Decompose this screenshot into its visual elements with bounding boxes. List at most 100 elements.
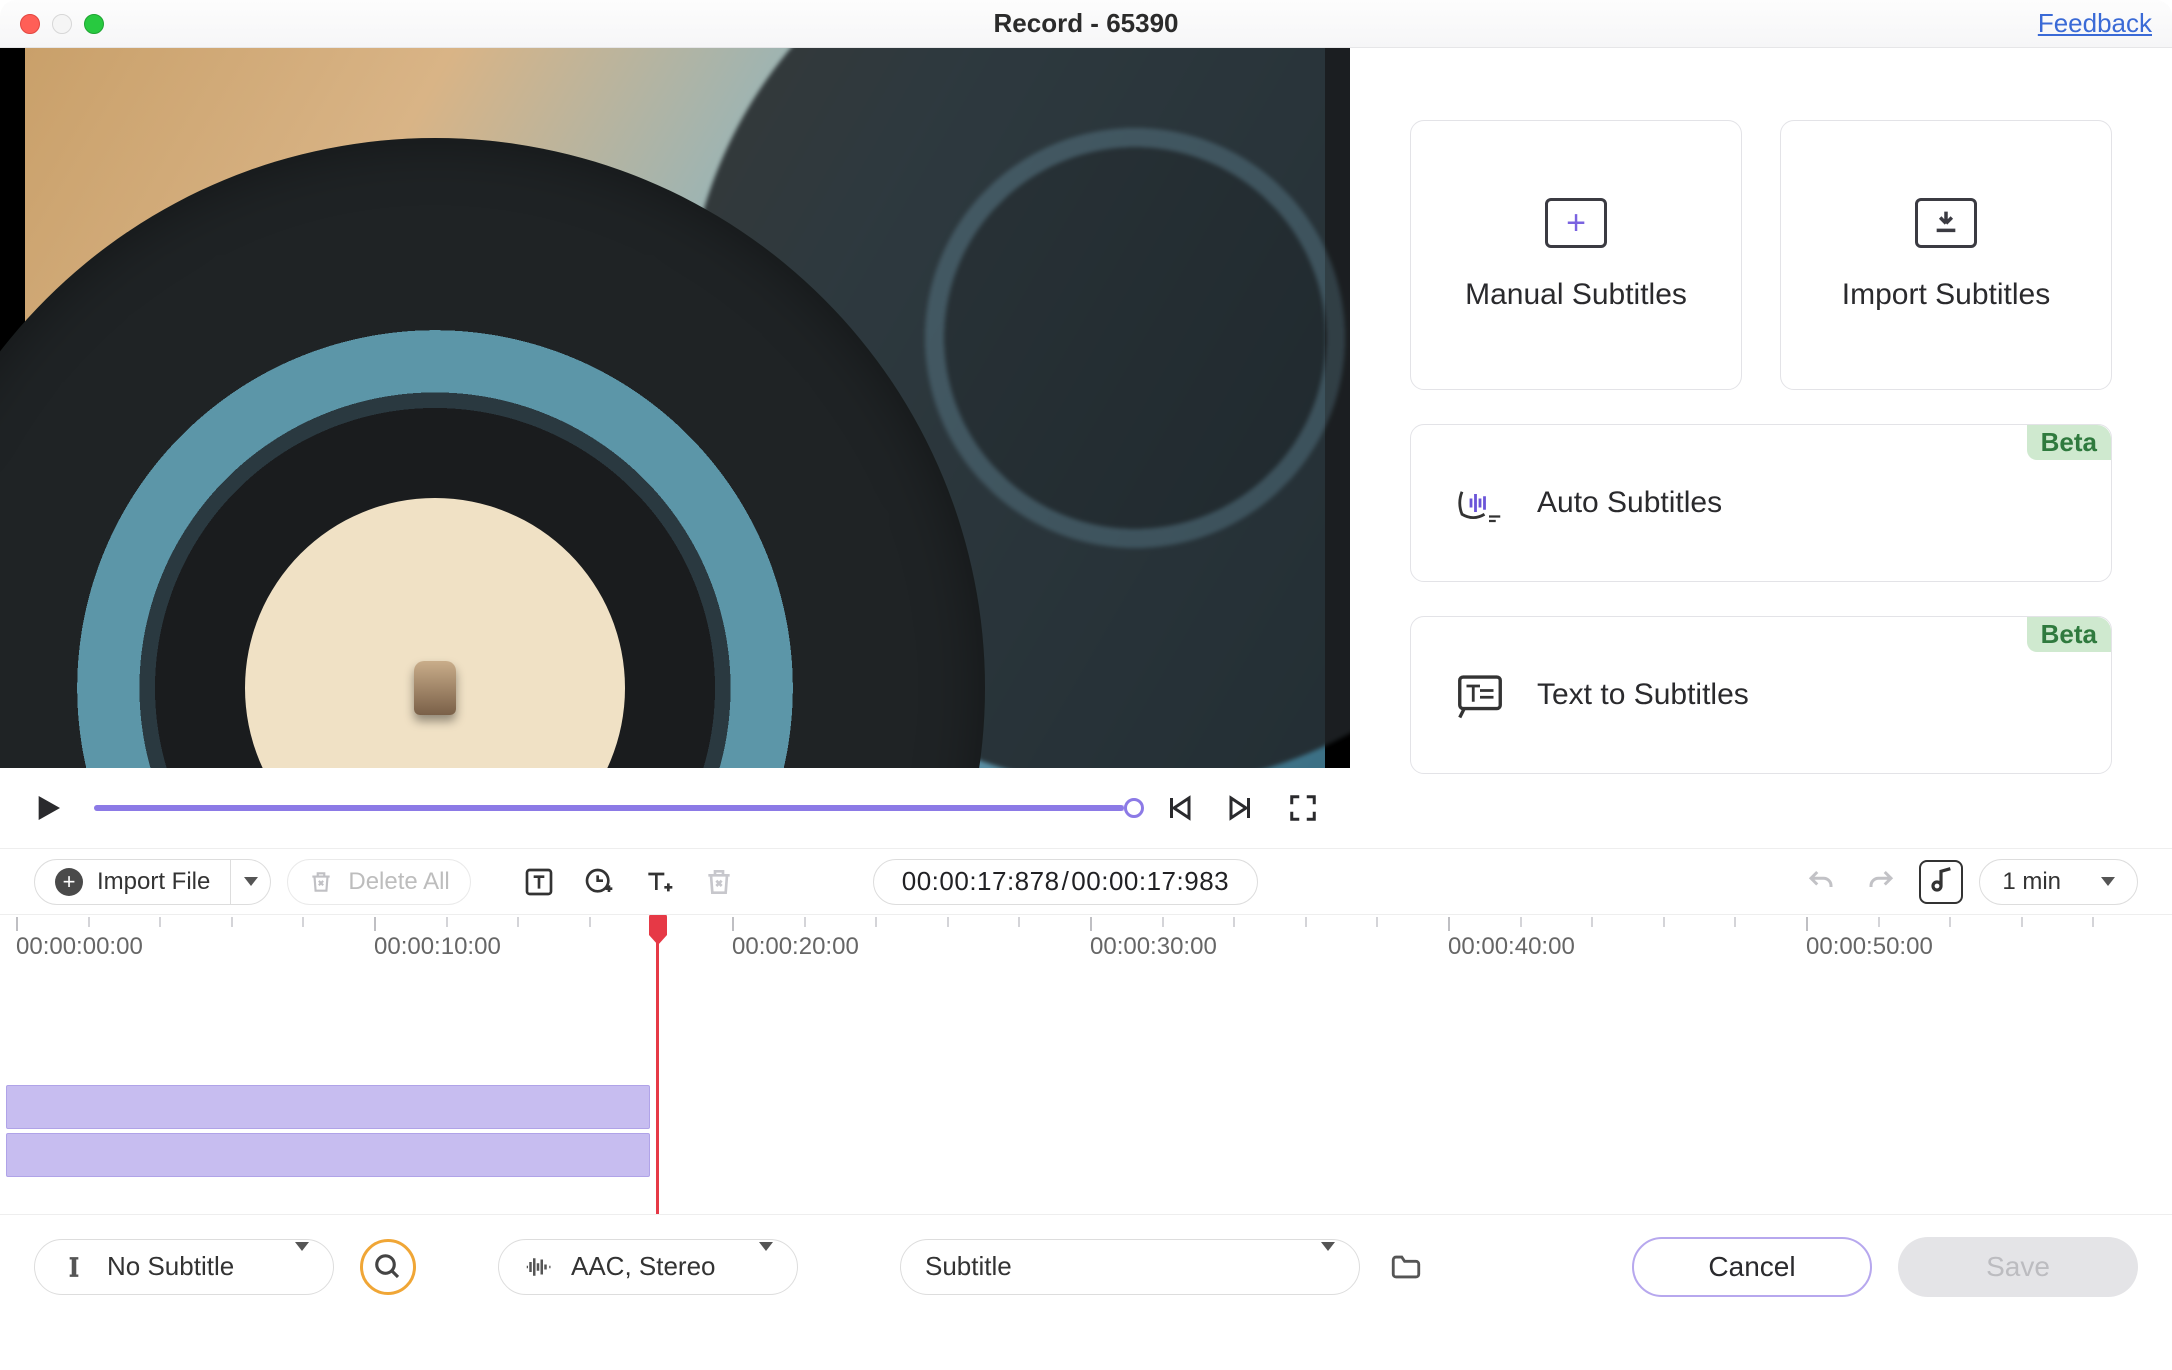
redo-button[interactable] (1859, 860, 1903, 904)
undo-button[interactable] (1799, 860, 1843, 904)
delete-selected-button[interactable] (697, 860, 741, 904)
ruler-tick-label: 00:00:50:00 (1806, 933, 1933, 961)
auto-subtitles-label: Auto Subtitles (1537, 486, 1722, 520)
timeline-ruler[interactable]: 00:00:00:00 00:00:10:00 00:00:20:00 00:00:3… (0, 917, 2172, 965)
open-folder-button[interactable] (1386, 1247, 1426, 1287)
close-window-icon[interactable] (20, 14, 40, 34)
ruler-tick-minor (1162, 917, 1164, 927)
feedback-link[interactable]: Feedback (2038, 8, 2152, 39)
cancel-label: Cancel (1708, 1251, 1795, 1283)
ruler-tick-minor (1591, 917, 1593, 927)
window-controls (20, 14, 104, 34)
auto-subtitles-button[interactable]: Beta Auto Subtitles (1410, 424, 2112, 582)
timeline-toolbar: + Import File Delete All 00:00:17:878/00… (0, 848, 2172, 914)
video-preview[interactable] (0, 48, 1350, 768)
ruler-tick-minor (875, 917, 877, 927)
minimize-window-icon[interactable] (52, 14, 72, 34)
ruler-tick-minor (88, 917, 90, 927)
add-text-button[interactable] (517, 860, 561, 904)
video-clip[interactable] (6, 1085, 650, 1129)
skip-back-icon (1164, 793, 1194, 823)
subtitle-track-select[interactable]: No Subtitle (34, 1239, 334, 1295)
ruler-tick-major: 00:00:20:00 (732, 917, 859, 965)
play-button[interactable] (30, 790, 66, 826)
footer-bar: No Subtitle AAC, Stereo Subtitle Cancel … (0, 1214, 2172, 1318)
import-file-label: Import File (97, 868, 210, 896)
zoom-window-icon[interactable] (84, 14, 104, 34)
progress-thumb[interactable] (1124, 798, 1144, 818)
ruler-tick-minor (159, 917, 161, 927)
ruler-tick-label: 00:00:40:00 (1448, 933, 1575, 961)
search-button[interactable] (360, 1239, 416, 1295)
subtitle-options-top-row: + Manual Subtitles Import Subtitles (1410, 120, 2112, 390)
ruler-tick-minor (589, 917, 591, 927)
save-label: Save (1986, 1251, 2050, 1283)
subtitle-dest-select[interactable]: Subtitle (900, 1239, 1360, 1295)
progress-fill (94, 805, 1124, 811)
ruler-tick-major: 00:00:30:00 (1090, 917, 1217, 965)
ruler-tick-major: 00:00:40:00 (1448, 917, 1575, 965)
ruler-tick-major: 00:00:10:00 (374, 917, 501, 965)
waveform-icon (523, 1252, 553, 1282)
fullscreen-icon (1288, 793, 1318, 823)
skip-forward-icon (1226, 793, 1256, 823)
trash-x-icon (308, 869, 334, 895)
ruler-tick-label: 00:00:00:00 (16, 933, 143, 961)
ruler-tick-minor (1376, 917, 1378, 927)
ruler-tick-minor (2092, 917, 2094, 927)
audio-clip[interactable] (6, 1133, 650, 1177)
ruler-tick-minor (1878, 917, 1880, 927)
save-button: Save (1898, 1237, 2138, 1297)
playhead-handle-icon[interactable] (649, 914, 667, 935)
add-text-plus-button[interactable] (637, 860, 681, 904)
magnifier-icon (373, 1252, 403, 1282)
delete-all-button[interactable]: Delete All (287, 859, 470, 905)
plus-circle-icon: + (55, 868, 83, 896)
manual-subtitles-label: Manual Subtitles (1465, 278, 1687, 312)
chevron-down-icon (244, 877, 258, 886)
text-to-subtitles-button[interactable]: Beta Text to Subtitles (1410, 616, 2112, 774)
ruler-tick-minor (1520, 917, 1522, 927)
progress-slider[interactable] (94, 805, 1134, 811)
zoom-label: 1 min (2002, 868, 2061, 896)
folder-icon (1389, 1250, 1423, 1284)
audio-track-label: AAC, Stereo (571, 1251, 716, 1282)
audio-view-button[interactable] (1919, 860, 1963, 904)
speech-plus-icon (583, 866, 615, 898)
chevron-down-icon (295, 1242, 309, 1281)
ruler-tick-minor (1233, 917, 1235, 927)
plus-icon: + (1566, 206, 1586, 240)
text-plus-icon (643, 866, 675, 898)
ruler-tick-minor (947, 917, 949, 927)
ruler-tick-label: 00:00:10:00 (374, 933, 501, 961)
zoom-select[interactable]: 1 min (1979, 859, 2138, 905)
add-speech-button[interactable] (577, 860, 621, 904)
ruler-tick-minor (302, 917, 304, 927)
next-frame-button[interactable] (1224, 791, 1258, 825)
cancel-button[interactable]: Cancel (1632, 1237, 1872, 1297)
upper-area: + Manual Subtitles Import Subtitles Beta (0, 48, 2172, 848)
window-title: Record - 65390 (994, 8, 1179, 39)
ruler-tick-minor (1018, 917, 1020, 927)
text-cursor-icon (59, 1254, 89, 1280)
timeline[interactable]: 00:00:00:00 00:00:10:00 00:00:20:00 00:00:3… (0, 914, 2172, 1214)
time-current: 00:00:17:878 (902, 866, 1060, 897)
ruler-tick-minor (2021, 917, 2023, 927)
import-file-dropdown[interactable] (231, 859, 271, 905)
chevron-down-icon (1321, 1242, 1335, 1281)
beta-badge: Beta (2027, 425, 2111, 460)
import-file-button[interactable]: + Import File (34, 859, 231, 905)
playhead[interactable] (656, 915, 659, 1214)
text-box-icon (523, 866, 555, 898)
undo-icon (1806, 867, 1836, 897)
manual-subtitles-button[interactable]: + Manual Subtitles (1410, 120, 1742, 390)
fullscreen-button[interactable] (1286, 791, 1320, 825)
ruler-tick-label: 00:00:30:00 (1090, 933, 1217, 961)
prev-frame-button[interactable] (1162, 791, 1196, 825)
ruler-tick-major: 00:00:00:00 (16, 917, 143, 965)
redo-icon (1866, 867, 1896, 897)
auto-subtitles-icon (1451, 474, 1509, 532)
import-subtitles-label: Import Subtitles (1842, 278, 2050, 312)
audio-track-select[interactable]: AAC, Stereo (498, 1239, 798, 1295)
import-subtitles-button[interactable]: Import Subtitles (1780, 120, 2112, 390)
